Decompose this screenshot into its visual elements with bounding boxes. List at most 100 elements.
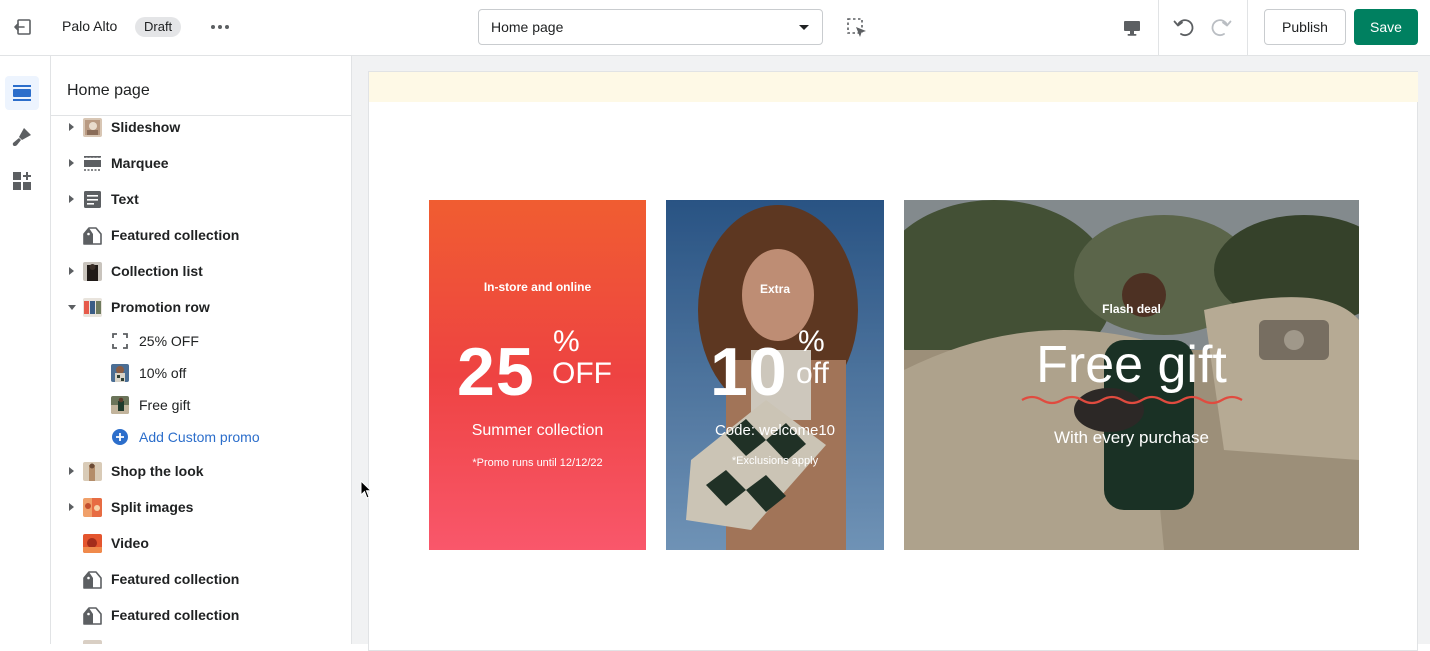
caret-down-icon [799, 25, 809, 30]
inspector-toggle-button[interactable] [843, 14, 871, 42]
dashed-square-icon [112, 333, 128, 349]
save-button[interactable]: Save [1354, 9, 1418, 45]
redo-icon [1211, 19, 1232, 37]
section-split-images[interactable]: Split images [51, 492, 351, 522]
undo-button[interactable] [1170, 13, 1198, 41]
promo-subtitle: Summer collection [471, 422, 604, 439]
promo-note: *Promo runs until 12/12/22 [472, 457, 603, 469]
chevron-right-icon [69, 159, 74, 167]
more-horizontal-icon [211, 25, 229, 29]
promo-percent-symbol: % [553, 325, 580, 358]
exit-button[interactable] [8, 12, 38, 42]
block-label: Free gift [139, 397, 191, 413]
image-thumb-icon [111, 364, 129, 382]
promo-eyebrow: In-store and online [483, 280, 592, 294]
promo-unit: off [796, 357, 829, 390]
section-promotion-row[interactable]: Promotion row [51, 292, 351, 322]
store-name: Palo Alto [62, 18, 118, 34]
redo-button[interactable] [1207, 13, 1235, 41]
section-featured-collection[interactable]: Featured collection [51, 600, 351, 630]
desktop-icon [1124, 21, 1140, 36]
tag-icon [83, 227, 102, 245]
rail-sections-button[interactable] [5, 76, 39, 110]
section-collection-list[interactable]: Collection list [51, 256, 351, 286]
section-video[interactable]: Video [51, 528, 351, 558]
block-25-off[interactable]: 25% OFF [51, 326, 351, 356]
preview-area: In-store and online 25 % OFF Summer coll… [352, 56, 1430, 651]
announcement-bar[interactable] [369, 72, 1418, 102]
promo-percent-symbol: % [798, 325, 825, 358]
block-label: 25% OFF [139, 333, 199, 349]
device-preview-button[interactable] [1117, 13, 1147, 43]
store-preview-page[interactable]: In-store and online 25 % OFF Summer coll… [368, 71, 1418, 651]
image-thumb-icon [111, 396, 129, 414]
chevron-right-icon [69, 267, 74, 275]
promo-unit: OFF [552, 357, 612, 390]
image-thumb-icon [83, 118, 102, 137]
chevron-right-icon [69, 503, 74, 511]
sections-sidebar: Home page Slideshow Marquee Text Feature… [51, 56, 352, 644]
promo-note: *Exclusions apply [731, 455, 819, 467]
promo-card-free-gift[interactable]: Flash deal Free gift With every purchase [904, 200, 1359, 550]
section-label: Split images [111, 499, 194, 515]
select-inspector-icon [847, 18, 866, 37]
section-featured-collection[interactable]: Featured collection [51, 220, 351, 250]
section-shop-the-look[interactable]: Shop the look [51, 456, 351, 486]
plus-circle-icon [112, 429, 128, 445]
section-label: Shop the look [111, 463, 204, 479]
promo-number: 10 [710, 334, 788, 410]
image-thumb-icon [83, 498, 102, 517]
promo-headline: Free gift [1036, 336, 1227, 394]
image-thumb-icon [83, 534, 102, 553]
editor-topbar: Palo Alto Draft Home page Publish Save [0, 0, 1430, 56]
tag-icon [83, 607, 102, 625]
image-thumb-icon [83, 262, 102, 281]
undo-icon [1173, 19, 1194, 37]
promo-subtitle: With every purchase [1054, 428, 1209, 447]
publish-button[interactable]: Publish [1264, 9, 1346, 45]
mouse-cursor-icon [360, 480, 373, 499]
block-label: 10% off [139, 365, 187, 381]
image-thumb-icon [83, 298, 102, 317]
block-10-off[interactable]: 10% off [51, 358, 351, 388]
chevron-right-icon [69, 123, 74, 131]
squiggle-underline-icon [1021, 395, 1243, 405]
add-custom-promo-button[interactable]: Add Custom promo [51, 422, 351, 452]
block-free-gift[interactable]: Free gift [51, 390, 351, 420]
section-label: Slideshow [111, 119, 181, 135]
rail-theme-settings-button[interactable] [5, 120, 39, 154]
rail-apps-button[interactable] [5, 164, 39, 198]
sidebar-title: Home page [67, 82, 150, 99]
section-featured-collection[interactable]: Featured collection [51, 564, 351, 594]
section-text[interactable]: Text [51, 184, 351, 214]
promo-number: 25 [457, 334, 535, 410]
section-label: Collection list [111, 263, 203, 279]
page-selector-value: Home page [491, 19, 564, 35]
toolbar-divider [1158, 0, 1159, 55]
section-label: Featured collection [111, 227, 240, 243]
exit-icon [14, 19, 31, 35]
promo-card-10-off[interactable]: Extra 10 % off Code: welcome10 *Exclusio… [666, 200, 884, 550]
section-slideshow[interactable]: Slideshow [51, 112, 351, 142]
promo-card-25-off[interactable]: In-store and online 25 % OFF Summer coll… [429, 200, 646, 550]
chevron-down-icon [68, 305, 76, 310]
add-custom-promo-label: Add Custom promo [139, 429, 260, 445]
promo-eyebrow: Extra [759, 282, 791, 296]
paintbrush-icon [12, 128, 31, 147]
section-label: Featured collection [111, 607, 240, 623]
toolbar-divider [1247, 0, 1248, 55]
more-actions-button[interactable] [206, 14, 234, 40]
section-label: Text [111, 191, 139, 207]
text-icon [84, 191, 101, 208]
section-label: Video [111, 535, 149, 551]
page-selector[interactable]: Home page [478, 9, 823, 45]
status-badge: Draft [135, 17, 182, 37]
section-label: Marquee [111, 155, 169, 171]
chevron-right-icon [69, 195, 74, 203]
section-label: Promotion row [111, 299, 210, 315]
promo-eyebrow: Flash deal [1102, 302, 1161, 316]
apps-icon [13, 172, 31, 190]
tag-icon [83, 571, 102, 589]
left-rail [0, 56, 51, 644]
section-marquee[interactable]: Marquee [51, 148, 351, 178]
